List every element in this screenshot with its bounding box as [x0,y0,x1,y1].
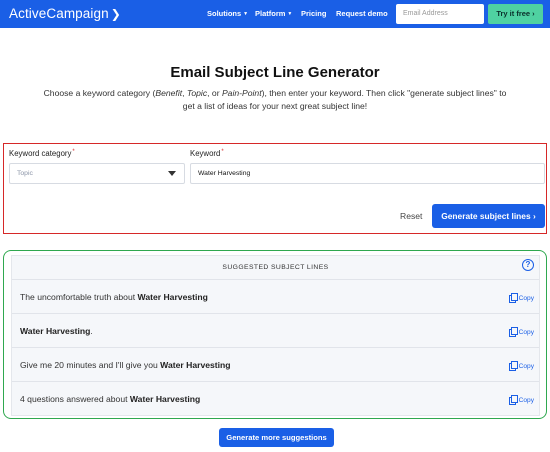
copy-button[interactable]: Copy [508,293,534,303]
nav-pricing[interactable]: Pricing [301,9,326,18]
chevron-right-icon: ❯ [110,7,121,21]
suggestion-row: Water Harvesting. Copy [12,314,539,348]
suggestion-text: 4 questions answered about Water Harvest… [20,394,200,404]
generate-more-suggestions-button[interactable]: Generate more suggestions [219,428,334,447]
nav-request-demo[interactable]: Request demo [336,9,388,18]
keyword-category-label: Keyword category* [9,149,75,158]
suggestion-row: Give me 20 minutes and I'll give you Wat… [12,348,539,382]
intro-text: Choose a keyword category (Benefit, Topi… [40,87,510,113]
copy-label: Copy [518,329,534,336]
nav-platform-label: Platform [255,9,286,18]
suggestion-text: Water Harvesting. [20,326,93,336]
copy-icon [508,327,518,337]
intro-topic: Topic [186,88,208,98]
copy-label: Copy [518,363,534,370]
keyword-category-label-text: Keyword category [9,149,72,158]
keyword-category-value: Topic [17,170,33,177]
copy-button[interactable]: Copy [508,327,534,337]
copy-icon [508,293,518,303]
generate-subject-lines-button[interactable]: Generate subject lines › [432,204,545,228]
suggestions-panel: SUGGESTED SUBJECT LINES ? The uncomforta… [3,250,547,419]
required-mark: * [221,149,224,155]
dropdown-caret-icon [168,171,176,176]
suggestions-header: SUGGESTED SUBJECT LINES [12,256,539,280]
keyword-form: Keyword category* Topic Keyword* Water H… [3,143,547,234]
required-mark: * [72,149,75,155]
suggestion-keyword: Water Harvesting [129,394,201,404]
keyword-label-text: Keyword [190,149,221,158]
caret-down-icon: ▼ [243,11,249,17]
page-title: Email Subject Line Generator [170,64,380,81]
keyword-category-select[interactable]: Topic [9,163,185,184]
nav-platform[interactable]: Platform ▼ [255,9,292,18]
suggestion-keyword: Water Harvesting [160,360,231,370]
logo-text: ActiveCampaign [9,6,109,21]
copy-label: Copy [518,397,534,404]
reset-button[interactable]: Reset [400,211,422,221]
caret-down-icon: ▼ [287,11,293,17]
suggestion-keyword: Water Harvesting [137,292,208,302]
suggestion-row: 4 questions answered about Water Harvest… [12,382,539,416]
suggestion-keyword: Water Harvesting [20,326,91,336]
suggestion-text-part: . [90,326,93,336]
copy-label: Copy [518,295,534,302]
top-nav-bar: ActiveCampaign ❯ Solutions ▼ Platform ▼ Pri… [0,0,550,28]
email-address-input[interactable]: Email Address [396,4,484,24]
try-it-free-button[interactable]: Try it free › [488,4,543,24]
intro-benefit: Benefit [155,88,183,98]
logo[interactable]: ActiveCampaign ❯ [9,6,121,21]
copy-icon [508,361,518,371]
copy-button[interactable]: Copy [508,361,534,371]
intro-text-part: Choose a keyword category ( [43,88,156,98]
nav-solutions[interactable]: Solutions ▼ [207,9,248,18]
suggestion-text-part: Give me 20 minutes and I'll give you [20,360,161,370]
copy-icon [508,395,518,405]
nav-solutions-label: Solutions [207,9,242,18]
copy-button[interactable]: Copy [508,395,534,405]
suggestion-text: The uncomfortable truth about Water Harv… [20,292,208,302]
suggestion-text-part: 4 questions answered about [20,394,130,404]
nav-pricing-label: Pricing [301,9,327,18]
keyword-input[interactable]: Water Harvesting [190,163,545,184]
keyword-label: Keyword* [190,149,224,158]
suggestions-list: SUGGESTED SUBJECT LINES ? The uncomforta… [11,255,540,416]
suggestion-text: Give me 20 minutes and I'll give you Wat… [20,360,231,370]
intro-pain-point: Pain-Point [221,88,262,98]
nav-request-demo-label: Request demo [336,9,388,18]
intro-separator: , or [207,88,222,98]
help-icon[interactable]: ? [522,259,534,271]
suggestion-row: The uncomfortable truth about Water Harv… [12,280,539,314]
suggestion-text-part: The uncomfortable truth about [20,292,138,302]
